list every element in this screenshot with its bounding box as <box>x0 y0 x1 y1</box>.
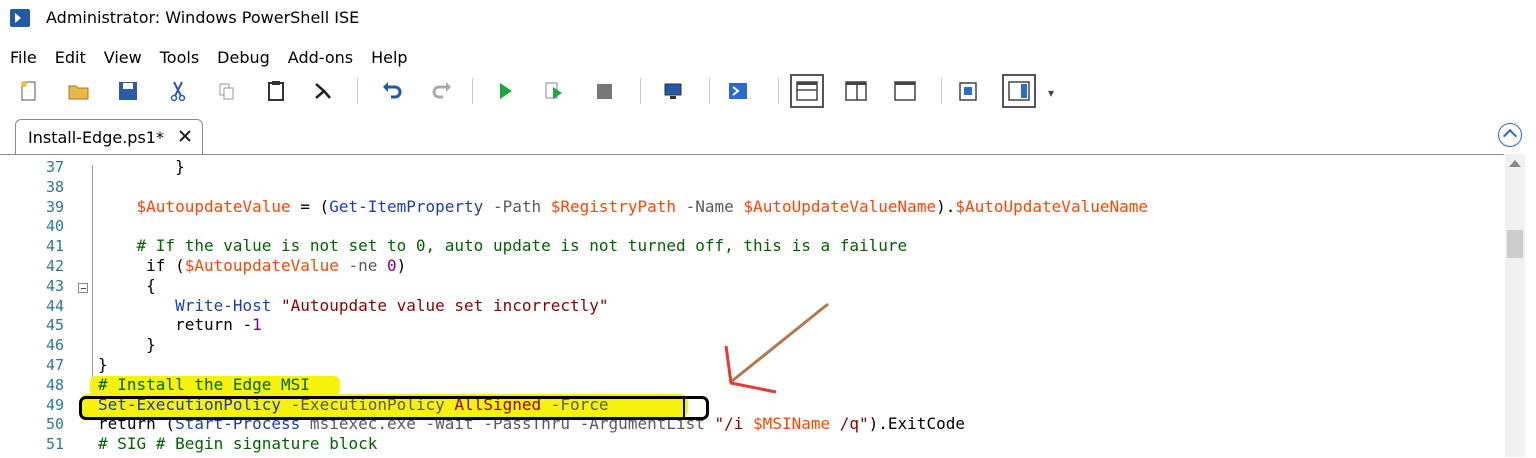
code-line[interactable]: 37 } <box>0 157 1504 177</box>
code-token: 1 <box>252 315 262 335</box>
code-text: } <box>98 355 108 375</box>
code-token: /q" <box>830 414 869 434</box>
code-text: } <box>98 335 156 355</box>
code-token: } <box>98 355 108 374</box>
line-number: 45 <box>45 316 64 335</box>
code-token: ). <box>936 196 956 216</box>
code-token: Write-Host <box>175 295 272 315</box>
code-token: "Autoupdate value set incorrectly" <box>271 295 609 315</box>
code-line[interactable]: 46 } <box>0 335 1504 355</box>
line-number: 50 <box>45 415 64 434</box>
code-text: if ($AutoupdateValue -ne 0) <box>98 256 406 276</box>
code-token: $AutoupdateValue <box>136 196 291 216</box>
code-line[interactable]: 48 # Install the Edge MSI <box>0 375 1504 395</box>
code-token: -ne <box>338 256 387 275</box>
code-line[interactable]: 42 if ($AutoupdateValue -ne 0) <box>0 256 1504 276</box>
code-token: $RegistryPath <box>550 196 676 216</box>
code-text: # SIG # Begin signature block <box>98 434 377 454</box>
code-token: ) <box>396 256 407 275</box>
code-token: Get-ItemProperty <box>329 196 484 216</box>
code-token: } <box>98 335 156 355</box>
code-line[interactable]: 41 # If the value is not set to 0, auto … <box>0 236 1504 256</box>
code-token: if ( <box>98 256 185 275</box>
scroll-thumb[interactable] <box>1507 230 1523 258</box>
line-number: 43 <box>45 276 64 295</box>
line-number: 40 <box>45 217 64 236</box>
code-line[interactable]: 44 Write-Host "Autoupdate value set inco… <box>0 296 1504 316</box>
code-token: # SIG # Begin signature block <box>98 434 378 454</box>
code-line[interactable]: 43 { <box>0 276 1504 296</box>
code-line[interactable]: 39 $AutoupdateValue = (Get-ItemProperty … <box>0 197 1504 217</box>
code-token: $AutoupdateValue <box>184 256 339 275</box>
code-token: "/i <box>714 414 754 434</box>
text-cursor <box>683 399 685 417</box>
fold-toggle-icon[interactable] <box>78 283 88 293</box>
code-token: = ( <box>290 196 330 216</box>
code-text: # Install the Edge MSI <box>98 375 310 395</box>
line-number: 42 <box>45 257 64 275</box>
code-token: # Install the Edge MSI <box>98 374 310 394</box>
code-line[interactable]: 38 <box>0 177 1504 197</box>
line-number: 46 <box>45 336 64 355</box>
line-number: 49 <box>45 395 64 414</box>
code-line[interactable]: 47} <box>0 355 1504 375</box>
line-number: 39 <box>45 197 64 216</box>
scroll-up-icon[interactable] <box>1509 160 1521 167</box>
annotation-box <box>79 396 709 420</box>
code-text: # If the value is not set to 0, auto upd… <box>98 236 908 256</box>
line-number: 38 <box>45 177 64 196</box>
code-token: return - <box>98 315 253 335</box>
code-layer: 37 } 38 39 $AutoupdateValue = (Get-ItemPro… <box>0 0 1504 457</box>
line-number: 44 <box>45 296 64 315</box>
code-token: } <box>98 157 185 176</box>
code-text: $AutoupdateValue = (Get-ItemProperty -Pa… <box>98 197 1148 217</box>
code-token: { <box>98 275 156 295</box>
code-token: ).ExitCode <box>868 414 965 434</box>
code-line[interactable]: 51 # SIG # Begin signature block <box>0 434 1504 454</box>
code-token: $MSIName <box>753 414 831 434</box>
code-token: $AutoUpdateValueName <box>743 196 937 216</box>
code-text: } <box>98 157 185 177</box>
code-text: Write-Host "Autoupdate value set incorre… <box>98 295 609 316</box>
code-line[interactable]: 40 <box>0 216 1504 236</box>
line-number: 47 <box>45 356 64 374</box>
code-text: return -1 <box>98 315 262 335</box>
line-number: 41 <box>45 237 64 256</box>
code-token: $AutoUpdateValueName <box>955 196 1148 216</box>
code-line[interactable]: 45 return -1 <box>0 315 1504 335</box>
code-token: -Name <box>675 196 744 216</box>
code-token: 0 <box>387 256 397 275</box>
code-token: # If the value is not set to 0, auto upd… <box>98 236 908 256</box>
code-token: -Path <box>483 196 551 216</box>
line-number: 37 <box>45 158 64 176</box>
code-text: { <box>98 276 156 296</box>
line-number: 48 <box>45 375 64 394</box>
vertical-scrollbar[interactable] <box>1505 154 1525 457</box>
line-number: 51 <box>45 435 64 454</box>
